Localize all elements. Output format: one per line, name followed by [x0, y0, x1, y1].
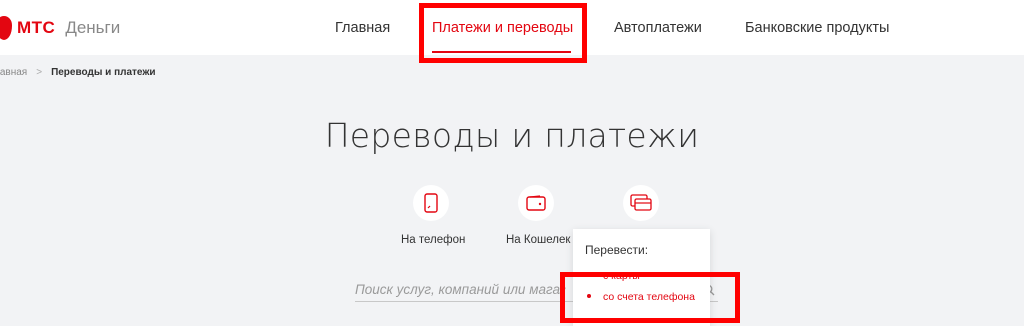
wallet-icon	[526, 195, 546, 211]
option-wallet-label[interactable]: На Кошелек	[506, 234, 570, 246]
option-cards[interactable]	[623, 185, 659, 221]
nav-item-home[interactable]: Главная	[335, 0, 390, 55]
option-phone-label[interactable]: На телефон	[401, 234, 465, 246]
mts-egg-icon	[0, 16, 12, 40]
logo-subtitle: Деньги	[65, 18, 121, 37]
page-title: Переводы и платежи	[324, 116, 700, 155]
cards-icon	[630, 194, 652, 211]
logo[interactable]: МТС Деньги	[0, 16, 120, 40]
dropdown-title: Перевести:	[585, 243, 649, 257]
breadcrumb-home[interactable]: лавная	[0, 67, 27, 78]
option-wallet[interactable]	[518, 185, 554, 221]
breadcrumb-separator-icon: >	[36, 67, 43, 78]
breadcrumb: лавная > Переводы и платежи	[0, 67, 156, 78]
logo-text: МТС	[17, 18, 56, 37]
breadcrumb-current: Переводы и платежи	[51, 67, 156, 78]
option-phone[interactable]	[413, 185, 449, 221]
nav-item-autopayments[interactable]: Автоплатежи	[614, 0, 702, 55]
nav-item-bank-products[interactable]: Банковские продукты	[745, 0, 889, 55]
highlight-box-phone-account	[560, 272, 740, 323]
phone-icon	[424, 193, 438, 213]
highlight-box-nav	[419, 3, 587, 63]
